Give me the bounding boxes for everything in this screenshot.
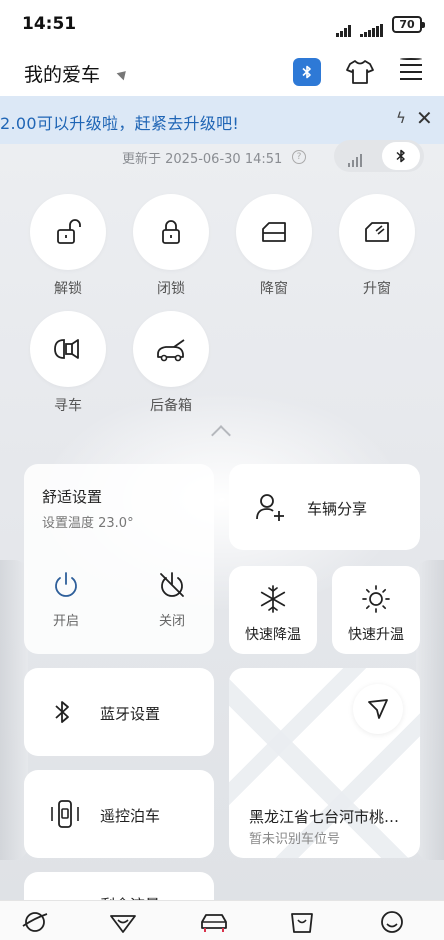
- bluetooth-button[interactable]: [293, 58, 321, 86]
- parking-spot-status: 暂未识别车位号: [249, 832, 341, 847]
- battery-icon: 70: [392, 16, 425, 33]
- quick-heat-card[interactable]: 快速升温: [332, 566, 420, 654]
- quick-heat-label: 快速升温: [348, 627, 404, 643]
- climate-off-label: 关闭: [158, 614, 185, 629]
- window-up-label: 升窗: [363, 281, 391, 297]
- window-down-icon: [262, 222, 286, 242]
- nav-discover[interactable]: [17, 907, 53, 937]
- background-decor: [416, 560, 444, 860]
- dropdown-caret-icon[interactable]: [116, 67, 130, 81]
- location-address: 黑龙江省七台河市桃山区: [249, 808, 409, 826]
- comfort-settings-card[interactable]: 舒适设置 设置温度 23.0° 开启 关闭: [24, 464, 214, 654]
- window-up-button[interactable]: 升窗: [339, 194, 415, 298]
- bluetooth-icon: [382, 142, 420, 170]
- climate-on-button[interactable]: 开启: [36, 570, 96, 629]
- quick-cool-label: 快速降温: [245, 627, 301, 643]
- bottom-navigation: [0, 900, 444, 940]
- comfort-title: 舒适设置: [42, 488, 103, 506]
- nav-my-car[interactable]: [196, 907, 232, 937]
- notification-dot: [400, 58, 422, 60]
- add-user-icon: [256, 494, 284, 521]
- bluetooth-settings-card[interactable]: 蓝牙设置: [24, 668, 214, 756]
- nav-profile[interactable]: [374, 907, 410, 937]
- trunk-icon: [157, 339, 185, 362]
- lock-button[interactable]: 闭锁: [133, 194, 209, 298]
- remote-parking-label: 遥控泊车: [100, 807, 161, 825]
- shirt-icon: [346, 60, 374, 84]
- bluetooth-icon: [302, 65, 311, 79]
- upgrade-banner-text: 2.00可以升级啦，赶紧去升级吧!: [0, 114, 240, 133]
- app-header: 我的爱车: [0, 48, 444, 96]
- remote-parking-icon: [51, 800, 79, 828]
- bluetooth-icon: [55, 701, 69, 723]
- navigation-arrow-icon: [368, 699, 388, 719]
- page-title[interactable]: 我的爱车: [24, 60, 100, 87]
- navigate-button[interactable]: [353, 684, 403, 734]
- theme-shirt-button[interactable]: [344, 56, 376, 88]
- status-time: 14:51: [22, 14, 77, 34]
- comfort-temperature: 设置温度 23.0°: [42, 516, 134, 531]
- nav-shop[interactable]: [284, 907, 320, 937]
- heart-gift-icon: [110, 915, 136, 933]
- signal-icon: [360, 18, 384, 37]
- vehicle-share-label: 车辆分享: [307, 500, 368, 518]
- quick-cool-card[interactable]: 快速降温: [229, 566, 317, 654]
- nav-benefits[interactable]: [105, 907, 141, 937]
- update-time: 更新于 2025-06-30 14:51: [122, 152, 283, 167]
- car-icon: [201, 914, 227, 932]
- bolt-icon: ϟ: [396, 109, 406, 127]
- find-car-label: 寻车: [54, 398, 82, 414]
- help-icon[interactable]: ?: [292, 150, 306, 164]
- find-car-button[interactable]: 寻车: [30, 311, 106, 415]
- lock-label: 闭锁: [157, 281, 185, 297]
- trunk-label: 后备箱: [150, 398, 192, 414]
- status-bar: 14:51 70: [0, 0, 444, 48]
- trunk-button[interactable]: 后备箱: [133, 311, 209, 415]
- cellular-icon: [348, 148, 364, 167]
- profile-icon: [381, 911, 403, 933]
- lock-icon: [162, 220, 180, 244]
- find-car-icon: [54, 339, 79, 359]
- unlock-label: 解锁: [54, 281, 82, 297]
- vehicle-location-card[interactable]: 黑龙江省七台河市桃山区 暂未识别车位号: [229, 668, 420, 858]
- sun-icon: [362, 585, 390, 613]
- bluetooth-settings-label: 蓝牙设置: [100, 705, 161, 723]
- snowflake-icon: [260, 585, 286, 613]
- upgrade-banner[interactable]: 2.00可以升级啦，赶紧去升级吧! ϟ ✕: [0, 96, 444, 144]
- vehicle-share-card[interactable]: 车辆分享: [229, 464, 420, 550]
- remote-parking-card[interactable]: 遥控泊车: [24, 770, 214, 858]
- power-icon: [55, 572, 77, 597]
- planet-icon: [22, 912, 48, 932]
- unlock-button[interactable]: 解锁: [30, 194, 106, 298]
- climate-off-button[interactable]: 关闭: [142, 570, 202, 629]
- window-down-label: 降窗: [260, 281, 288, 297]
- connection-toggle[interactable]: [334, 140, 424, 172]
- unlock-icon: [57, 219, 81, 244]
- climate-on-label: 开启: [52, 614, 79, 629]
- window-up-icon: [365, 222, 389, 242]
- signal-icon: [336, 18, 352, 37]
- menu-button[interactable]: [398, 58, 426, 86]
- power-off-icon: [160, 572, 184, 597]
- close-icon[interactable]: ✕: [416, 106, 433, 130]
- shop-bag-icon: [291, 913, 313, 933]
- window-down-button[interactable]: 降窗: [236, 194, 312, 298]
